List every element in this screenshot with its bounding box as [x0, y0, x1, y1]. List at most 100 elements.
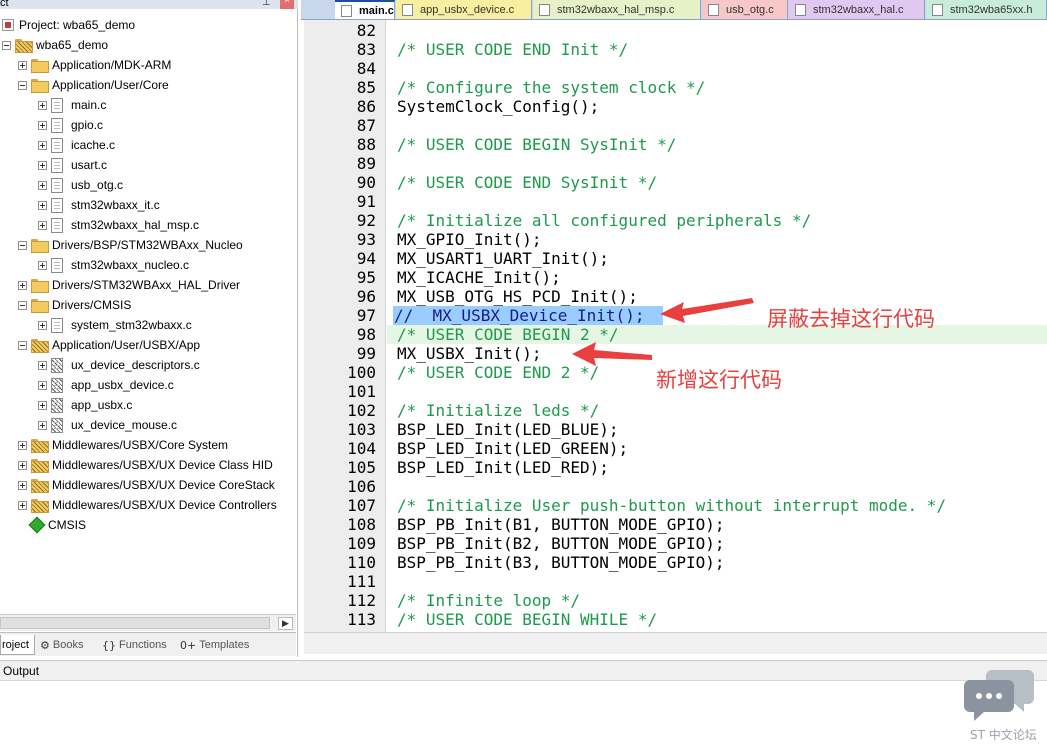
expand-icon[interactable] [38, 200, 47, 210]
collapse-icon[interactable] [18, 240, 27, 250]
tree-item[interactable]: Application/MDK-ARM [18, 55, 171, 75]
expand-icon[interactable] [38, 180, 47, 190]
tree-item[interactable]: Application/User/USBX/App [18, 335, 200, 355]
tree-target[interactable]: wba65_demo [2, 35, 108, 55]
project-hscrollbar[interactable]: ▶ [0, 614, 296, 631]
code-line[interactable]: 103 BSP_LED_Init(LED_BLUE); [304, 420, 1047, 439]
tab-functions[interactable]: {} Functions [102, 635, 174, 655]
tree-item[interactable]: usart.c [38, 155, 107, 175]
code-line[interactable]: 107 /* Initialize User push-button withou… [304, 496, 1047, 515]
tab-books[interactable]: ⚙ Books [40, 635, 96, 655]
output-panel[interactable] [0, 681, 1047, 749]
tab-hal-c[interactable]: stm32wbaxx_hal.c [789, 0, 925, 19]
code-line[interactable]: 84 [304, 59, 1047, 78]
tree-item[interactable]: ux_device_descriptors.c [38, 355, 200, 375]
pin-icon[interactable]: ⊥ [262, 0, 271, 8]
expand-icon[interactable] [18, 440, 27, 450]
code-line[interactable]: 113 /* USER CODE BEGIN WHILE */ [304, 610, 1047, 629]
expand-icon[interactable] [38, 100, 47, 110]
code-line[interactable]: 99 MX_USBX_Init(); [304, 344, 1047, 363]
code-line[interactable]: 86 SystemClock_Config(); [304, 97, 1047, 116]
tab-main-c[interactable]: main.c [335, 0, 395, 19]
tree-item[interactable]: Middlewares/USBX/UX Device CoreStack [18, 475, 275, 495]
collapse-icon[interactable] [18, 300, 27, 310]
code-line[interactable]: 90 /* USER CODE END SysInit */ [304, 173, 1047, 192]
tree-item[interactable]: app_usbx_device.c [38, 375, 174, 395]
collapse-icon[interactable] [2, 40, 11, 50]
tree-item[interactable]: Application/User/Core [18, 75, 169, 95]
tree-item[interactable]: Middlewares/USBX/Core System [18, 435, 228, 455]
tree-item[interactable]: app_usbx.c [38, 395, 132, 415]
code-line[interactable]: 82 [304, 21, 1047, 40]
editor-hscrollbar[interactable] [304, 632, 1047, 654]
folder-icon [31, 479, 49, 493]
code-line[interactable]: 112 /* Infinite loop */ [304, 591, 1047, 610]
tree-item[interactable]: stm32wbaxx_it.c [38, 195, 160, 215]
tree-item[interactable]: main.c [38, 95, 106, 115]
tree-item[interactable]: CMSIS [18, 515, 86, 535]
tab-usb-otg[interactable]: usb_otg.c [702, 0, 788, 19]
tab-hal-msp[interactable]: stm32wbaxx_hal_msp.c [533, 0, 701, 19]
tab-project[interactable]: roject [0, 635, 35, 655]
code-line[interactable]: 98/* USER CODE BEGIN 2 */ [304, 325, 1047, 344]
code-line[interactable]: 87 [304, 116, 1047, 135]
tab-templates[interactable]: 0+ Templates [180, 635, 258, 655]
tree-item[interactable]: ux_device_mouse.c [38, 415, 177, 435]
code-line[interactable]: 83 /* USER CODE END Init */ [304, 40, 1047, 59]
code-line[interactable]: 93 MX_GPIO_Init(); [304, 230, 1047, 249]
code-line[interactable]: 94 MX_USART1_UART_Init(); [304, 249, 1047, 268]
code-line[interactable]: 110 BSP_PB_Init(B3, BUTTON_MODE_GPIO); [304, 553, 1047, 572]
expand-icon[interactable] [38, 260, 47, 270]
code-line[interactable]: 88 /* USER CODE BEGIN SysInit */ [304, 135, 1047, 154]
code-line[interactable]: 89 [304, 154, 1047, 173]
expand-icon[interactable] [38, 140, 47, 150]
code-line[interactable]: 109 BSP_PB_Init(B2, BUTTON_MODE_GPIO); [304, 534, 1047, 553]
code-line[interactable]: 105 BSP_LED_Init(LED_RED); [304, 458, 1047, 477]
expand-icon[interactable] [18, 280, 27, 290]
expand-icon[interactable] [38, 380, 47, 390]
tree-item[interactable]: Drivers/CMSIS [18, 295, 131, 315]
project-root[interactable]: Project: wba65_demo [2, 15, 135, 35]
expand-icon[interactable] [38, 420, 47, 430]
tree-item[interactable]: icache.c [38, 135, 115, 155]
code-line[interactable]: 95 MX_ICACHE_Init(); [304, 268, 1047, 287]
expand-icon[interactable] [38, 320, 47, 330]
tree-item[interactable]: Middlewares/USBX/UX Device Class HID [18, 455, 273, 475]
expand-icon[interactable] [18, 60, 27, 70]
file-tab-strip: main.c app_usbx_device.c stm32wbaxx_hal_… [301, 0, 1047, 20]
code-line[interactable]: 111 [304, 572, 1047, 591]
code-line[interactable]: 108 BSP_PB_Init(B1, BUTTON_MODE_GPIO); [304, 515, 1047, 534]
tree-item[interactable]: usb_otg.c [38, 175, 123, 195]
scroll-thumb[interactable] [0, 617, 270, 629]
expand-icon[interactable] [38, 360, 47, 370]
expand-icon[interactable] [38, 220, 47, 230]
functions-icon: {} [102, 638, 116, 652]
tree-item[interactable]: stm32wbaxx_hal_msp.c [38, 215, 199, 235]
code-line[interactable]: 92 /* Initialize all configured periphera… [304, 211, 1047, 230]
tree-item[interactable]: gpio.c [38, 115, 103, 135]
expand-icon[interactable] [38, 400, 47, 410]
code-area[interactable]: 82 83 /* USER CODE END Init */ 84 85 /* Confi… [304, 20, 1047, 632]
code-line[interactable]: 91 [304, 192, 1047, 211]
tree-item[interactable]: system_stm32wbaxx.c [38, 315, 192, 335]
expand-icon[interactable] [18, 460, 27, 470]
collapse-icon[interactable] [18, 340, 27, 350]
tree-item[interactable]: Middlewares/USBX/UX Device Controllers [18, 495, 277, 515]
scroll-right-icon[interactable]: ▶ [278, 617, 293, 630]
code-line[interactable]: 102 /* Initialize leds */ [304, 401, 1047, 420]
collapse-icon[interactable] [18, 80, 27, 90]
code-line[interactable]: 106 [304, 477, 1047, 496]
tab-header-h[interactable]: stm32wba65xx.h [926, 0, 1047, 19]
close-icon[interactable]: × [280, 0, 294, 9]
tree-item[interactable]: Drivers/BSP/STM32WBAxx_Nucleo [18, 235, 243, 255]
expand-icon[interactable] [38, 160, 47, 170]
tree-item[interactable]: Drivers/STM32WBAxx_HAL_Driver [18, 275, 240, 295]
expand-icon[interactable] [38, 120, 47, 130]
tree-item[interactable]: stm32wbaxx_nucleo.c [38, 255, 189, 275]
code-line[interactable]: 104 BSP_LED_Init(LED_GREEN); [304, 439, 1047, 458]
code-line[interactable]: 85 /* Configure the system clock */ [304, 78, 1047, 97]
target-icon [15, 39, 33, 53]
expand-icon[interactable] [18, 480, 27, 490]
expand-icon[interactable] [18, 500, 27, 510]
tab-app-usbx-device[interactable]: app_usbx_device.c [396, 0, 532, 19]
